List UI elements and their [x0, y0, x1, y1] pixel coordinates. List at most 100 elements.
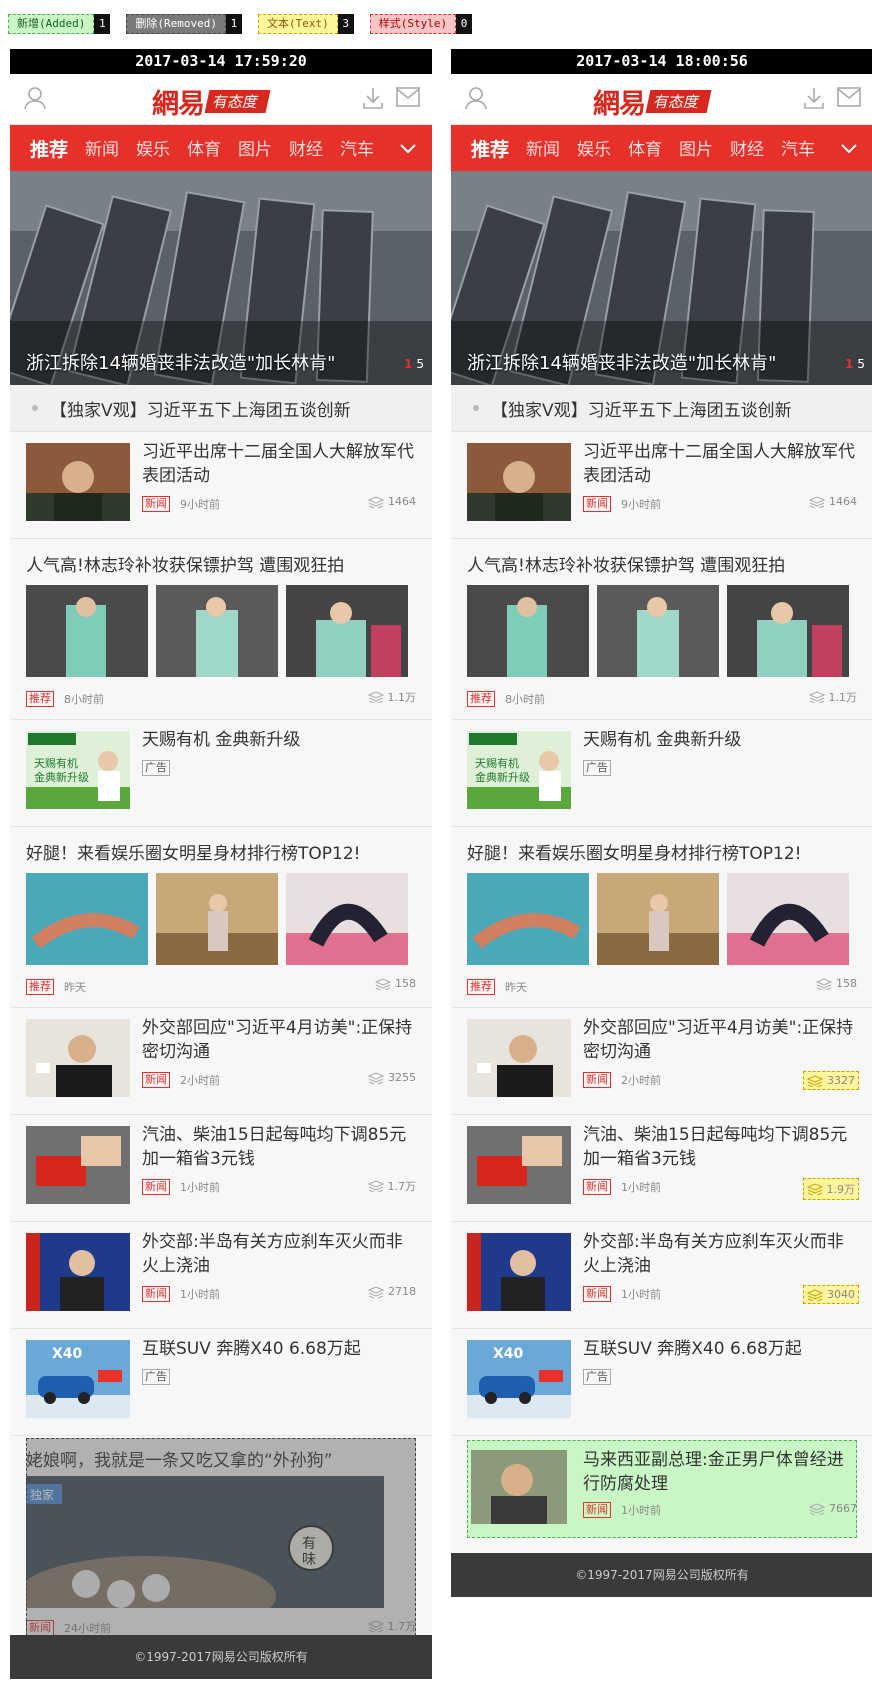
headline-strip[interactable]: 【独家V观】习近平五下上海团五谈创新: [451, 385, 872, 432]
news-thumbnail: [26, 1019, 130, 1097]
news-item[interactable]: 外交部回应"习近平4月访美":正保持密切沟通 新闻 2小时前 3255: [10, 1008, 432, 1115]
comment-count[interactable]: 3255: [368, 1071, 416, 1084]
gallery-image: [727, 873, 849, 965]
news-title: 汽油、柴油15日起每吨均下调85元 加一箱省3元钱: [142, 1125, 407, 1169]
comment-icon: [809, 495, 825, 508]
slide-indicator: 15: [404, 357, 424, 371]
comment-count[interactable]: 2718: [368, 1285, 416, 1298]
strip-text: 【独家V观】习近平五下上海团五谈创新: [50, 400, 351, 421]
chevron-down-icon[interactable]: [384, 125, 432, 171]
tab-news[interactable]: 新闻: [526, 135, 560, 162]
news-item-gallery[interactable]: 人气高!林志玲补妆获保镖护驾 遭围观狂拍 推荐 8小时前 1.1万: [10, 539, 432, 720]
news-time: 1小时前: [180, 1288, 220, 1301]
netease-logo[interactable]: 網易 有态度: [593, 82, 712, 121]
news-item[interactable]: 外交部回应"习近平4月访美":正保持密切沟通 新闻 2小时前 3327: [451, 1008, 872, 1115]
download-icon[interactable]: [362, 86, 384, 110]
news-title: 习近平出席十二届全国人大解放军代表团活动: [142, 442, 414, 486]
ad-thumbnail: X40: [467, 1340, 571, 1418]
news-thumbnail: [467, 1233, 571, 1311]
news-thumbnail: [26, 1233, 130, 1311]
user-icon[interactable]: [24, 86, 46, 110]
tab-finance[interactable]: 财经: [289, 135, 323, 162]
ad-item[interactable]: X40 互联SUV 奔腾X40 6.68万起 广告: [451, 1329, 872, 1436]
comment-count-changed[interactable]: 1.9万: [802, 1178, 859, 1200]
tab-pictures[interactable]: 图片: [238, 135, 272, 162]
comment-count[interactable]: 1.1万: [808, 689, 857, 705]
hero-slide[interactable]: 浙江拆除14辆婚丧非法改造"加长林肯" 15: [10, 171, 432, 385]
news-item-large-removed[interactable]: 姥娘啊，我就是一条又吃又拿的“外孙狗” 有味 独家 有味 新闻24小时前 1.7…: [10, 1436, 432, 1650]
snapshot-left: 2017-03-14 17:59:20 網易 有态度 推荐 新闻 娱乐 体育 图片…: [10, 49, 432, 1679]
ad-item[interactable]: X40 互联SUV 奔腾X40 6.68万起 广告: [10, 1329, 432, 1436]
news-item[interactable]: 汽油、柴油15日起每吨均下调85元 加一箱省3元钱 新闻 1小时前 1.9万: [451, 1115, 872, 1222]
netease-logo[interactable]: 網易 有态度: [152, 82, 271, 121]
comment-value: 7667: [829, 1502, 857, 1515]
mail-icon[interactable]: [396, 87, 420, 107]
snapshot-timestamp: 2017-03-14 18:00:56: [451, 49, 872, 74]
tab-recommend[interactable]: 推荐: [471, 135, 509, 162]
comment-count[interactable]: 7667: [809, 1502, 857, 1515]
strip-text: 【独家V观】习近平五下上海团五谈创新: [491, 400, 792, 421]
hero-slide[interactable]: 浙江拆除14辆婚丧非法改造"加长林肯" 15: [451, 171, 872, 385]
news-item[interactable]: 习近平出席十二届全国人大解放军代表团活动 新闻 9小时前 1464: [10, 432, 432, 539]
tab-sports[interactable]: 体育: [628, 135, 662, 162]
logo-tag: 有态度: [645, 90, 712, 113]
news-item[interactable]: 外交部:半岛有关方应刹车灭火而非火上浇油 新闻 1小时前 2718: [10, 1222, 432, 1329]
tab-entertainment[interactable]: 娱乐: [577, 135, 611, 162]
news-item[interactable]: 外交部:半岛有关方应刹车灭火而非火上浇油 新闻 1小时前 3040: [451, 1222, 872, 1329]
gallery-image: [467, 873, 589, 965]
tab-auto[interactable]: 汽车: [340, 135, 374, 162]
legend-label: 文本(Text): [257, 14, 338, 34]
headline-strip[interactable]: 【独家V观】习近平五下上海团五谈创新: [10, 385, 432, 432]
category-badge: 推荐: [26, 979, 54, 995]
news-title: 马来西亚副总理:金正男尸体曾经进行防腐处理: [583, 1450, 844, 1494]
slide-indicator: 15: [845, 357, 865, 371]
comment-value: 1464: [388, 495, 416, 508]
tab-pictures[interactable]: 图片: [679, 135, 713, 162]
comment-count-changed[interactable]: 3327: [803, 1071, 859, 1090]
comment-value: 3327: [827, 1074, 855, 1087]
tab-entertainment[interactable]: 娱乐: [136, 135, 170, 162]
category-badge: 新闻: [142, 1286, 170, 1302]
tab-auto[interactable]: 汽车: [781, 135, 815, 162]
news-item-gallery[interactable]: 好腿！来看娱乐圈女明星身材排行榜TOP12! 推荐 昨天 158: [451, 827, 872, 1008]
category-badge: 推荐: [467, 979, 495, 995]
news-item-added[interactable]: 马来西亚副总理:金正男尸体曾经进行防腐处理 新闻 1小时前 7667: [451, 1436, 872, 1540]
comment-count[interactable]: 1464: [368, 495, 416, 508]
ad-thumbnail: 天赐有机 金典新升级: [467, 731, 571, 809]
news-item-gallery[interactable]: 好腿！来看娱乐圈女明星身材排行榜TOP12! 推荐 昨天 158: [10, 827, 432, 1008]
chevron-down-icon[interactable]: [825, 125, 872, 171]
comment-count[interactable]: 1464: [809, 495, 857, 508]
news-title: 外交部回应"习近平4月访美":正保持密切沟通: [583, 1018, 854, 1062]
comment-value: 2718: [388, 1285, 416, 1298]
news-item[interactable]: 习近平出席十二届全国人大解放军代表团活动 新闻 9小时前 1464: [451, 432, 872, 539]
news-title: 外交部:半岛有关方应刹车灭火而非火上浇油: [583, 1232, 844, 1276]
ad-title: 天赐有机 金典新升级: [583, 730, 742, 750]
comment-count[interactable]: 1.7万: [367, 1178, 416, 1194]
news-thumbnail: [467, 1126, 571, 1204]
svg-text:天赐有机: 天赐有机: [475, 756, 519, 770]
logo-text: 網易: [152, 89, 205, 120]
tab-sports[interactable]: 体育: [187, 135, 221, 162]
comment-count[interactable]: 1.1万: [367, 689, 416, 705]
removed-highlight: [26, 1438, 416, 1646]
tab-recommend[interactable]: 推荐: [30, 135, 68, 162]
user-icon[interactable]: [465, 86, 487, 110]
news-thumbnail: [467, 443, 571, 521]
download-icon[interactable]: [803, 86, 825, 110]
ad-item[interactable]: 天赐有机 金典新升级 天赐有机 金典新升级 广告: [451, 720, 872, 827]
news-title: 人气高!林志玲补妆获保镖护驾 遭围观狂拍: [26, 556, 345, 576]
gallery-image: [597, 873, 719, 965]
ad-item[interactable]: 天赐有机 金典新升级 天赐有机 金典新升级 广告: [10, 720, 432, 827]
comment-count[interactable]: 158: [816, 977, 857, 990]
tab-news[interactable]: 新闻: [85, 135, 119, 162]
slide-current: 1: [404, 357, 413, 371]
ad-title: 互联SUV 奔腾X40 6.68万起: [583, 1339, 802, 1359]
mail-icon[interactable]: [837, 87, 861, 107]
footer-copyright: ©1997-2017网易公司版权所有: [451, 1553, 872, 1597]
comment-count[interactable]: 158: [375, 977, 416, 990]
news-item-gallery[interactable]: 人气高!林志玲补妆获保镖护驾 遭围观狂拍 推荐 8小时前 1.1万: [451, 539, 872, 720]
tab-finance[interactable]: 财经: [730, 135, 764, 162]
news-title: 外交部:半岛有关方应刹车灭火而非火上浇油: [142, 1232, 403, 1276]
comment-count-changed[interactable]: 3040: [803, 1285, 859, 1304]
news-item[interactable]: 汽油、柴油15日起每吨均下调85元 加一箱省3元钱 新闻 1小时前 1.7万: [10, 1115, 432, 1222]
